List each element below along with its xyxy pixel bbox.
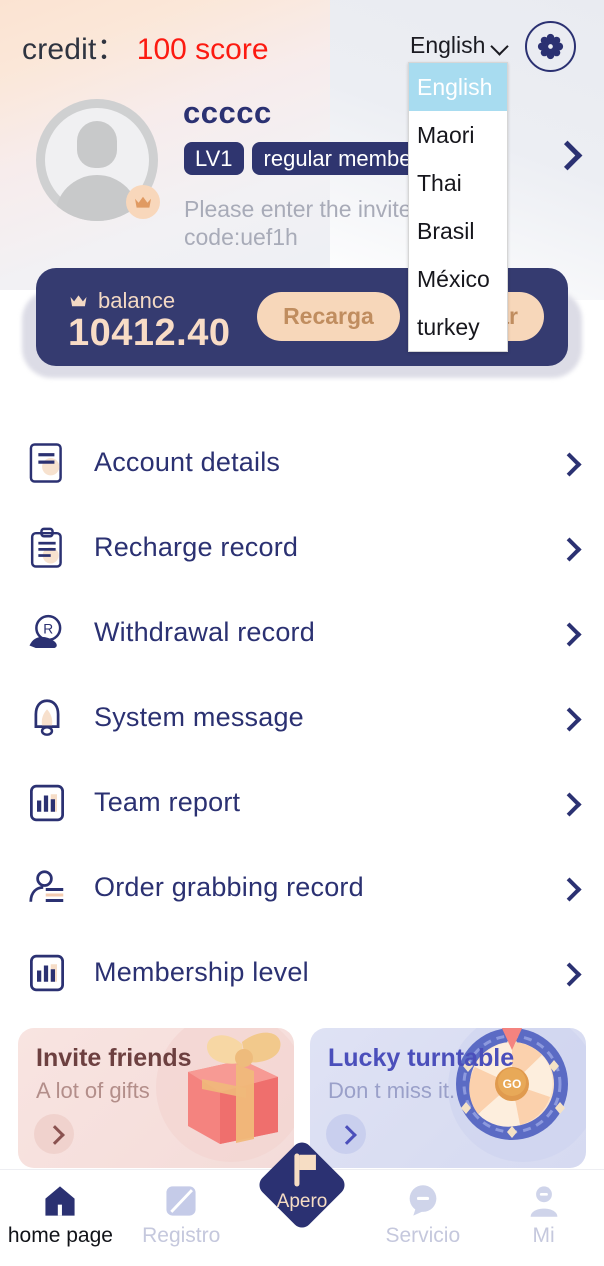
flag-icon bbox=[294, 1153, 316, 1187]
tab-label: Registro bbox=[142, 1224, 221, 1247]
chevron-right-icon bbox=[561, 540, 577, 556]
chevron-right-icon bbox=[561, 795, 577, 811]
promo-title: Lucky turntable bbox=[328, 1044, 515, 1072]
promo-subtitle: A lot of gifts bbox=[36, 1078, 150, 1103]
chevron-right-icon bbox=[48, 1128, 61, 1141]
language-option-maori[interactable]: Maori bbox=[409, 111, 507, 159]
promo-title: Invite friends bbox=[36, 1044, 192, 1072]
chevron-right-icon bbox=[561, 455, 577, 471]
username: ccccc bbox=[183, 95, 272, 130]
language-option-brasil[interactable]: Brasil bbox=[409, 207, 507, 255]
recharge-button[interactable]: Recarga bbox=[257, 292, 400, 341]
avatar[interactable] bbox=[36, 99, 160, 221]
menu-item-label: Team report bbox=[94, 787, 241, 817]
svg-text:R: R bbox=[43, 621, 53, 636]
bar-chart-icon bbox=[24, 953, 70, 993]
menu-item-label: Recharge record bbox=[94, 532, 299, 562]
person-list-icon bbox=[24, 868, 70, 908]
menu-item-label: Account details bbox=[94, 447, 281, 477]
crown-icon bbox=[135, 196, 151, 208]
language-dropdown[interactable]: English Maori Thai Brasil México turkey bbox=[408, 62, 508, 352]
balance-amount: 10412.40 bbox=[68, 312, 231, 354]
promo-card-lucky-turntable[interactable]: Lucky turntable Don t miss it. GO bbox=[310, 1028, 586, 1168]
tab-registro[interactable]: Registro bbox=[121, 1170, 242, 1266]
menu-item-membership-level[interactable]: Membership level bbox=[0, 930, 604, 1015]
menu-item-account-details[interactable]: Account details bbox=[0, 420, 604, 505]
language-option-turkey[interactable]: turkey bbox=[409, 303, 507, 351]
language-selector-label: English bbox=[410, 32, 486, 58]
language-option-english[interactable]: English bbox=[409, 63, 507, 111]
center-action-button[interactable]: Apero bbox=[255, 1138, 349, 1232]
menu-list: Account details Recharge record R Withdr… bbox=[0, 420, 604, 1015]
gear-icon bbox=[537, 33, 564, 60]
menu-item-order-grabbing-record[interactable]: Order grabbing record bbox=[0, 845, 604, 930]
language-option-mexico[interactable]: México bbox=[409, 255, 507, 303]
crown-badge bbox=[126, 185, 160, 219]
balance-label: balance bbox=[98, 288, 176, 313]
menu-item-system-message[interactable]: System message bbox=[0, 675, 604, 760]
credit-display: credit： 100 score bbox=[22, 24, 269, 68]
note-icon bbox=[166, 1186, 196, 1216]
hand-money-icon: R bbox=[24, 613, 70, 653]
chevron-right-icon bbox=[561, 965, 577, 981]
menu-item-label: Withdrawal record bbox=[94, 617, 315, 647]
document-icon bbox=[24, 442, 70, 484]
promo-arrow-button[interactable] bbox=[34, 1114, 74, 1154]
credit-value: 100 score bbox=[136, 33, 269, 66]
settings-button[interactable] bbox=[525, 21, 576, 72]
tab-label: home page bbox=[7, 1224, 113, 1247]
level-badge: LV1 bbox=[184, 142, 244, 176]
menu-item-label: System message bbox=[94, 702, 304, 732]
menu-item-withdrawal-record[interactable]: R Withdrawal record bbox=[0, 590, 604, 675]
avatar-head-shape bbox=[77, 121, 117, 168]
chat-icon bbox=[409, 1185, 437, 1216]
language-selector[interactable]: English bbox=[410, 32, 508, 59]
language-option-thai[interactable]: Thai bbox=[409, 159, 507, 207]
profile-chevron-right-icon[interactable] bbox=[557, 143, 577, 163]
tab-servicio[interactable]: Servicio bbox=[362, 1170, 483, 1266]
member-type-badge: regular member bbox=[251, 142, 431, 176]
chevron-right-icon bbox=[561, 880, 577, 896]
center-action-label: Apero bbox=[276, 1191, 328, 1212]
profile-badges: LV1 regular member bbox=[184, 142, 431, 176]
promo-subtitle: Don t miss it. bbox=[328, 1078, 456, 1103]
tab-label: Mi bbox=[532, 1224, 555, 1247]
menu-item-label: Membership level bbox=[94, 957, 309, 987]
bell-icon bbox=[24, 697, 70, 739]
crown-icon bbox=[70, 295, 87, 307]
chevron-down-icon bbox=[492, 38, 508, 54]
chevron-right-icon bbox=[561, 710, 577, 726]
wheel-go-label: GO bbox=[503, 1077, 522, 1091]
credit-label: credit： bbox=[22, 33, 127, 66]
profile-section[interactable]: ccccc LV1 regular member Please enter th… bbox=[0, 95, 604, 250]
promo-card-invite-friends[interactable]: Invite friends A lot of gifts bbox=[18, 1028, 294, 1168]
balance-heading: balance bbox=[68, 288, 175, 314]
chevron-right-icon bbox=[340, 1128, 353, 1141]
menu-item-team-report[interactable]: Team report bbox=[0, 760, 604, 845]
header: credit： 100 score English bbox=[0, 0, 604, 80]
person-icon bbox=[530, 1186, 557, 1217]
home-icon bbox=[45, 1186, 75, 1216]
profile-screen: credit： 100 score English ccccc LV1 regu… bbox=[0, 0, 604, 1265]
tab-label: Servicio bbox=[385, 1224, 461, 1247]
clipboard-icon bbox=[24, 527, 70, 569]
menu-item-recharge-record[interactable]: Recharge record bbox=[0, 505, 604, 590]
tab-mi[interactable]: Mi bbox=[483, 1170, 604, 1266]
menu-item-label: Order grabbing record bbox=[94, 872, 364, 902]
chevron-right-icon bbox=[561, 625, 577, 641]
tab-home-page[interactable]: home page bbox=[0, 1170, 121, 1266]
bar-chart-icon bbox=[24, 783, 70, 823]
